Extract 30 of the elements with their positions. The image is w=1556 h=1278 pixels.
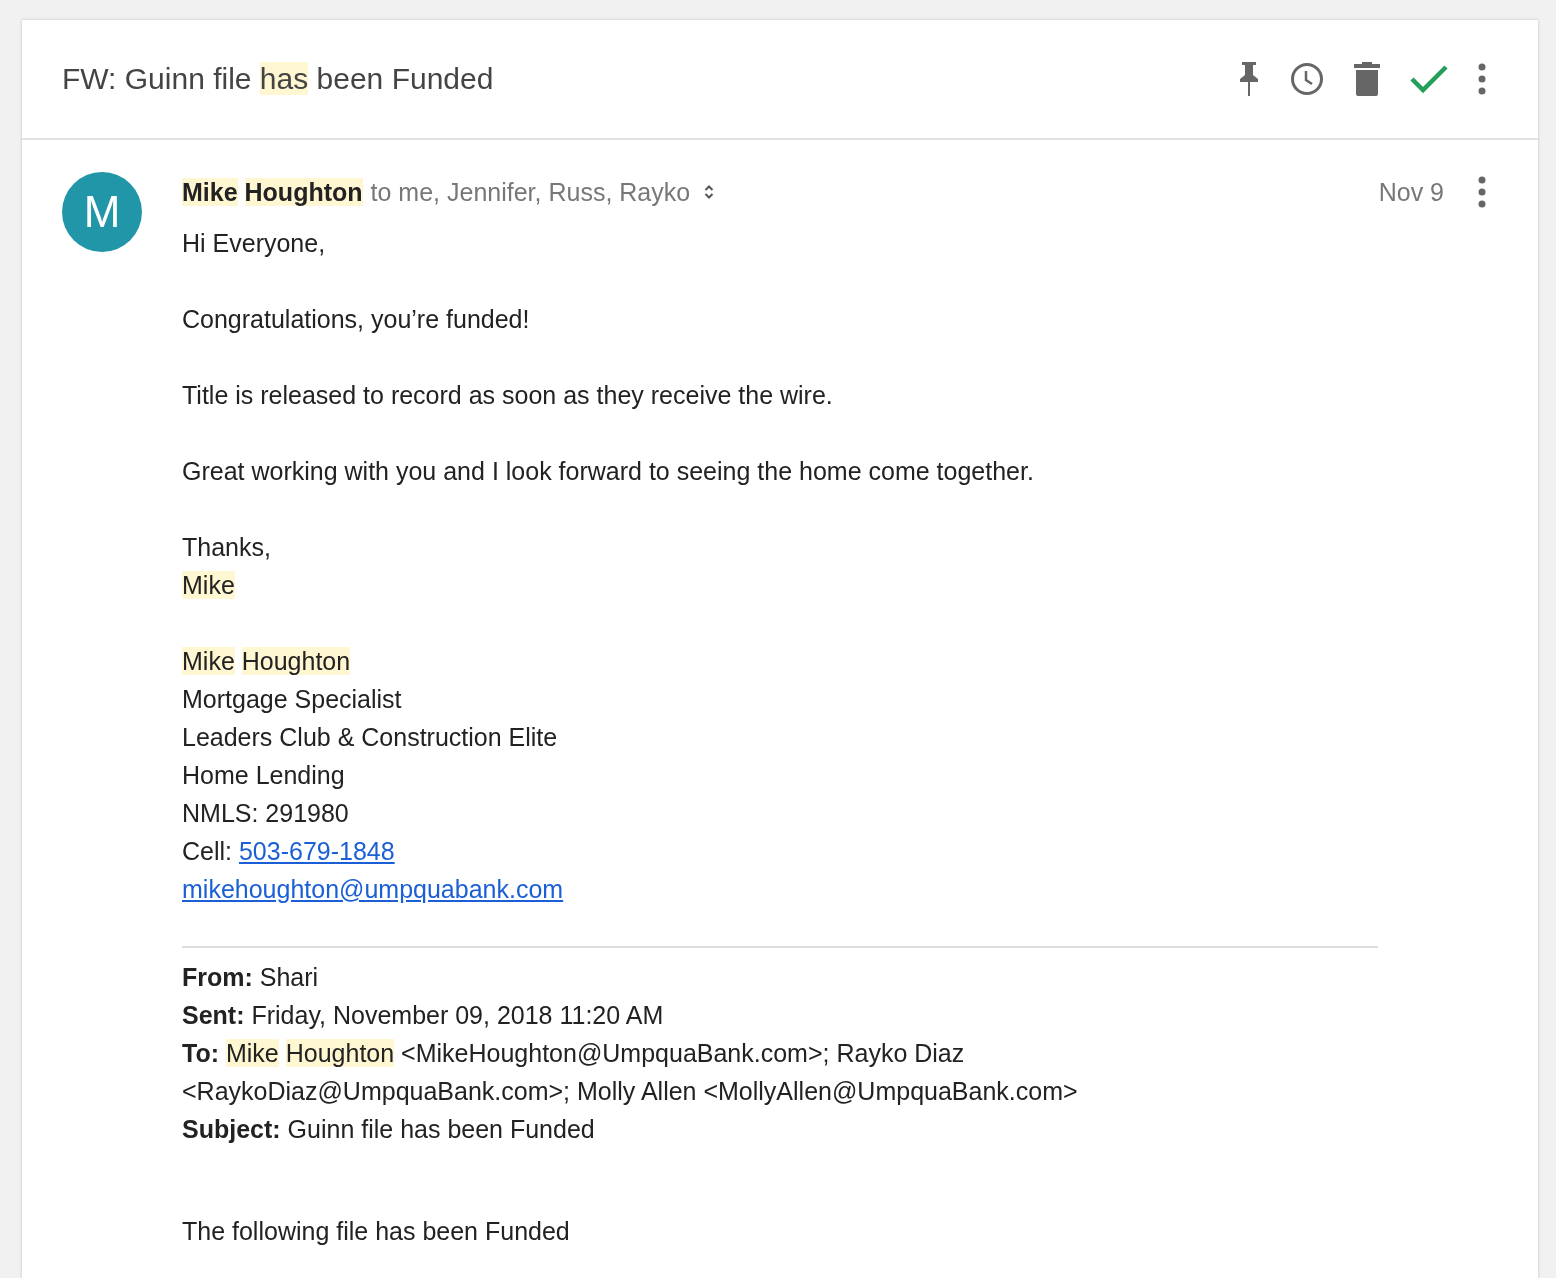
body-text: Mortgage Specialist — [182, 684, 403, 715]
body-text: Hi Everyone, — [182, 228, 327, 259]
body-text: The following file has been Funded — [182, 1216, 571, 1247]
forwarded-header-text: To: Mike Houghton <MikeHoughton@UmpquaBank.com>; Rayko Diaz <RaykoDiaz@UmpquaBank.com>; Molly Allen <MollyAllen@UmpquaBank.com> — [182, 1038, 1079, 1107]
clock-icon[interactable] — [1290, 62, 1324, 96]
link[interactable]: 503-679-1848 — [238, 837, 395, 865]
body-text: Congratulations, you’re funded! — [182, 304, 531, 335]
body-text: Leaders Club & Construction Elite — [182, 722, 559, 753]
expand-icon[interactable] — [704, 184, 715, 200]
body-text: Mike — [182, 570, 236, 601]
body-text: Thanks, — [182, 532, 272, 563]
body-text: Cell: 503-679-1848 — [182, 836, 396, 867]
recipients-list: to me, Jennifer, Russ, Rayko — [370, 177, 691, 207]
message-date: Nov 9 — [1378, 177, 1444, 207]
body-text: Title is released to record as soon as they receive the wire. — [182, 380, 834, 411]
body-text: Mike Houghton — [182, 646, 352, 677]
email-subject: FW: Guinn file has been Funded — [62, 62, 495, 96]
more-icon[interactable] — [1478, 63, 1486, 95]
body-text: NMLS: 291980 — [182, 798, 350, 829]
forwarded-header-text: From: Shari — [182, 962, 320, 993]
trash-icon[interactable] — [1354, 62, 1380, 96]
pin-icon[interactable] — [1238, 62, 1260, 96]
avatar: M — [62, 172, 142, 252]
body-text: Home Lending — [182, 760, 346, 791]
body-text: Great working with you and I look forward to seeing the home come together. — [182, 456, 1035, 487]
checkmark-icon[interactable] — [1410, 64, 1448, 94]
more-icon[interactable] — [1478, 176, 1486, 208]
link[interactable]: mikehoughton@umpquabank.com — [182, 875, 564, 903]
forwarded-header-text: Subject: Guinn file has been Funded — [182, 1114, 596, 1145]
forwarded-header-text: Sent: Friday, November 09, 2018 11:20 AM — [182, 1000, 665, 1031]
